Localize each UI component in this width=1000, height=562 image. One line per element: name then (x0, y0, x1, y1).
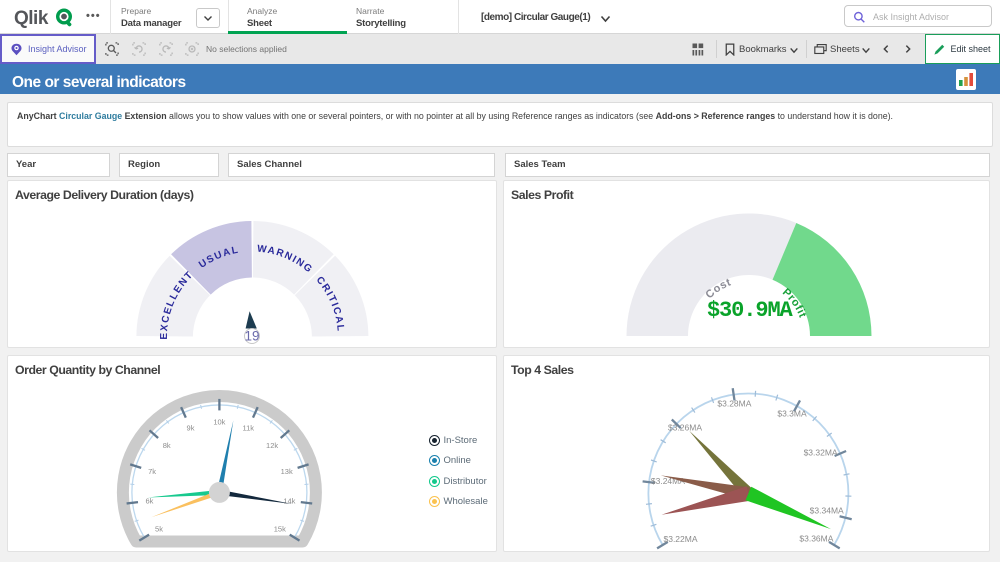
svg-text:$3.22MA: $3.22MA (663, 534, 697, 544)
svg-text:$3.36MA: $3.36MA (799, 533, 833, 543)
svg-text:10k: 10k (213, 418, 225, 427)
svg-text:15k: 15k (274, 524, 286, 533)
svg-text:19: 19 (244, 329, 259, 344)
svg-text:9k: 9k (187, 424, 195, 433)
svg-text:$3.32MA: $3.32MA (804, 448, 838, 458)
svg-text:6k: 6k (145, 496, 153, 505)
svg-text:Qlik: Qlik (14, 8, 49, 28)
svg-text:11k: 11k (243, 424, 255, 433)
svg-text:$30.9MA: $30.9MA (707, 298, 794, 323)
svg-text:$3.3MA: $3.3MA (777, 409, 807, 419)
svg-text:$3.34MA: $3.34MA (810, 506, 844, 516)
svg-text:8k: 8k (163, 441, 171, 450)
svg-text:$3.26MA: $3.26MA (668, 423, 702, 433)
svg-text:7k: 7k (148, 467, 156, 476)
svg-text:$3.24MA: $3.24MA (651, 476, 685, 486)
svg-text:5k: 5k (155, 524, 163, 533)
svg-text:$3.28MA: $3.28MA (717, 398, 751, 408)
svg-text:13k: 13k (281, 467, 293, 476)
svg-text:12k: 12k (266, 441, 278, 450)
svg-text:14k: 14k (283, 496, 295, 505)
